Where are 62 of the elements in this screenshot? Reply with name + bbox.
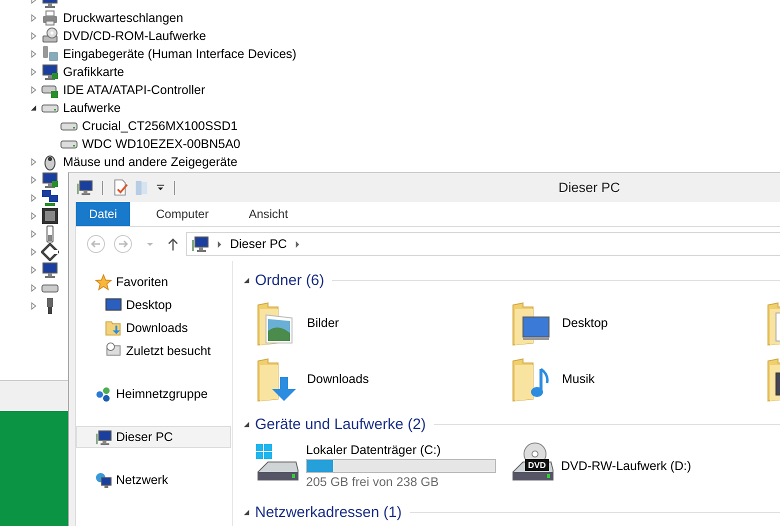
- nav-item[interactable]: Dieser PC: [76, 426, 231, 448]
- tree-item[interactable]: IDE ATA/ATAPI-Controller: [63, 83, 206, 97]
- chevron-icon[interactable]: [217, 240, 222, 248]
- tree-item[interactable]: Crucial_CT256MX100SSD1: [82, 119, 238, 133]
- tree-item[interactable]: WDC WD10EZEX-00BN5A0: [82, 137, 240, 151]
- computer-icon: [191, 235, 209, 253]
- nav-item[interactable]: Desktop: [76, 293, 231, 316]
- collapse-icon[interactable]: [243, 276, 250, 284]
- star-icon: [95, 274, 112, 290]
- breadcrumb[interactable]: Dieser PC: [230, 237, 287, 251]
- expander-icon[interactable]: [30, 104, 37, 112]
- network-icon: [41, 189, 59, 207]
- ribbon-tab[interactable]: Computer: [142, 202, 223, 226]
- tree-item[interactable]: Eingabegeräte (Human Interface Devices): [63, 47, 296, 61]
- tree-item[interactable]: Druckwarteschlangen: [63, 11, 184, 25]
- nav-item[interactable]: Zuletzt besucht: [76, 339, 231, 362]
- nav-item[interactable]: Downloads: [76, 316, 231, 339]
- up-arrow-icon[interactable]: [167, 236, 179, 252]
- hid-icon: [41, 45, 59, 63]
- printer-icon: [41, 9, 59, 27]
- nav-item[interactable]: Favoriten: [76, 271, 231, 293]
- desktop-icon: [105, 296, 122, 313]
- nav-item[interactable]: Heimnetzgruppe: [76, 383, 231, 405]
- monitor-icon: [41, 63, 59, 81]
- homegroup-icon: [95, 386, 112, 402]
- collapse-icon[interactable]: [243, 508, 250, 516]
- group-header[interactable]: Geräte und Laufwerke (2): [255, 416, 426, 432]
- tree-item[interactable]: Mäuse und andere Zeigegeräte: [63, 155, 238, 169]
- dvd-icon: [41, 27, 59, 45]
- caret-icon[interactable]: [146, 240, 154, 248]
- dvd-label: DVD: [525, 459, 549, 471]
- tree-item[interactable]: DVD/CD-ROM-Laufwerke: [63, 29, 206, 43]
- pc-icon: [95, 428, 112, 446]
- computer-icon: [41, 261, 59, 279]
- forward-icon[interactable]: [113, 234, 133, 254]
- folder-name[interactable]: Bilder: [307, 316, 339, 330]
- address-bar[interactable]: Dieser PC: [186, 232, 780, 256]
- monitor-icon: [41, 171, 59, 189]
- properties-icon[interactable]: [112, 179, 129, 196]
- nav-item[interactable]: Netzwerk: [76, 469, 231, 491]
- chevron-icon[interactable]: [294, 240, 300, 248]
- chip-icon: [41, 207, 59, 225]
- downloads-icon: [105, 319, 122, 336]
- plug-icon: [41, 243, 59, 261]
- folder-name[interactable]: Downloads: [307, 372, 369, 386]
- group-header[interactable]: Ordner (6): [255, 272, 324, 288]
- computer-icon[interactable]: [76, 179, 93, 196]
- collapse-icon[interactable]: [243, 420, 250, 428]
- folder-name[interactable]: Desktop: [562, 316, 608, 330]
- folder-name[interactable]: Musik: [562, 372, 595, 386]
- group-header[interactable]: Netzwerkadressen (1): [255, 504, 402, 520]
- network-icon: [95, 472, 112, 488]
- dropdown-icon[interactable]: [156, 183, 165, 192]
- drive-name[interactable]: DVD-RW-Laufwerk (D:): [561, 459, 692, 473]
- window-title: Dieser PC: [558, 180, 620, 195]
- ribbon-tab[interactable]: Datei: [76, 202, 130, 226]
- ribbon-tab[interactable]: Ansicht: [234, 202, 302, 226]
- back-icon[interactable]: [86, 234, 106, 254]
- tree-item[interactable]: Grafikkarte: [63, 65, 124, 79]
- tree-item[interactable]: Laufwerke: [63, 101, 121, 115]
- drive-name[interactable]: Lokaler Datenträger (C:): [306, 443, 496, 457]
- free-space-text: 205 GB frei von 238 GB: [306, 475, 440, 489]
